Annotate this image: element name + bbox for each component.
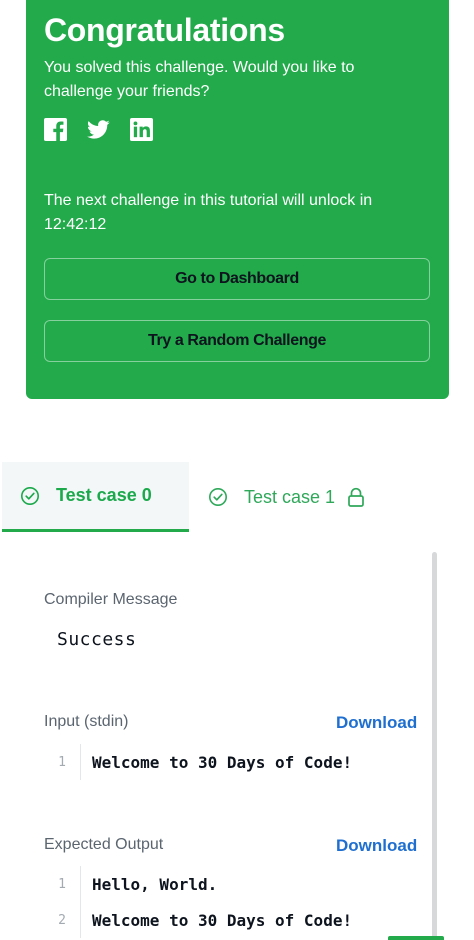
line-text: Welcome to 30 Days of Code!	[92, 910, 353, 930]
expected-output-label: Expected Output	[44, 836, 164, 853]
input-download-link[interactable]: Download	[336, 713, 417, 733]
twitter-icon[interactable]	[87, 118, 110, 141]
try-random-challenge-button[interactable]: Try a Random Challenge	[44, 320, 430, 362]
tab-test-case-1[interactable]: Test case 1	[190, 462, 390, 532]
compiler-message-label: Compiler Message	[44, 591, 178, 608]
test-case-tabs: Test case 0 Test case 1	[0, 462, 474, 534]
gutter-divider	[80, 902, 81, 938]
tab-label: Test case 0	[56, 485, 152, 505]
tab-test-case-0[interactable]: Test case 0	[2, 462, 189, 532]
unlock-timer-text: The next challenge in this tutorial will…	[44, 192, 373, 233]
lock-icon	[348, 487, 364, 507]
congrats-card: Congratulations You solved this challeng…	[26, 0, 449, 399]
social-share	[44, 118, 153, 141]
check-circle-icon	[209, 488, 227, 506]
gutter-divider	[80, 866, 81, 902]
line-text: Hello, World.	[92, 874, 218, 894]
output-code-block: 1 Hello, World. 2 Welcome to 30 Days of …	[44, 866, 424, 938]
tab-label: Test case 1	[244, 486, 336, 507]
line-number: 2	[58, 912, 66, 928]
line-text: Welcome to 30 Days of Code!	[92, 752, 353, 772]
input-label: Input (stdin)	[44, 713, 129, 730]
congrats-title: Congratulations	[44, 12, 285, 48]
code-line: 2 Welcome to 30 Days of Code!	[44, 902, 424, 938]
code-line: 1 Hello, World.	[44, 866, 424, 902]
go-to-dashboard-button[interactable]: Go to Dashboard	[44, 258, 430, 300]
code-line: 1 Welcome to 30 Days of Code!	[44, 744, 424, 780]
output-download-link[interactable]: Download	[336, 836, 417, 856]
line-number: 1	[58, 754, 66, 770]
congrats-subtitle: You solved this challenge. Would you lik…	[44, 59, 355, 100]
results-scrollbar[interactable]	[432, 552, 437, 940]
check-circle-icon	[21, 486, 39, 505]
linkedin-icon[interactable]	[130, 118, 153, 141]
compiler-message-value: Success	[57, 629, 137, 650]
bottom-action-bar-edge	[388, 936, 444, 940]
facebook-icon[interactable]	[44, 118, 67, 141]
gutter-divider	[80, 744, 81, 780]
line-number: 1	[58, 876, 66, 892]
input-code-block: 1 Welcome to 30 Days of Code!	[44, 744, 424, 780]
